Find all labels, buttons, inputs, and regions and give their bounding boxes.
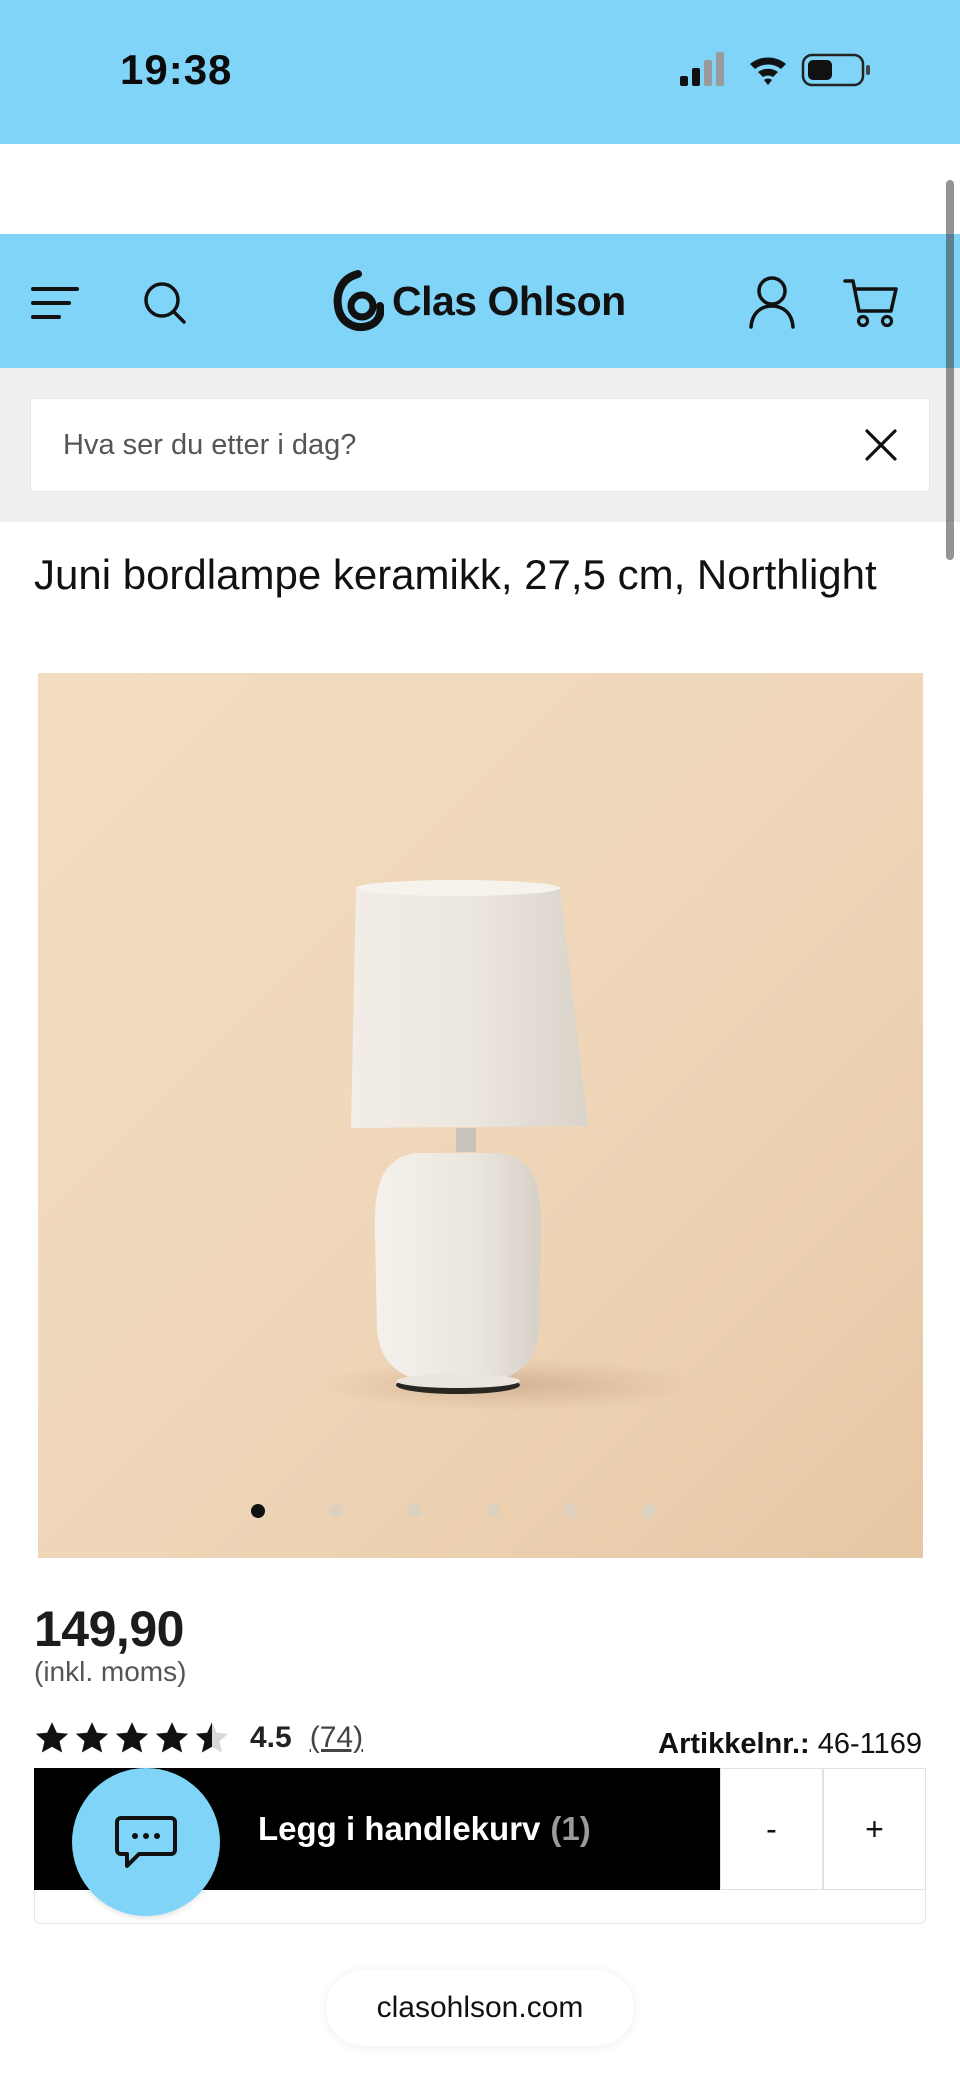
cart-quantity: (1) <box>550 1810 591 1847</box>
brand-name: Clas Ohlson <box>392 277 626 324</box>
product-image[interactable] <box>38 673 923 1558</box>
review-count-link[interactable]: (74) <box>310 1721 363 1755</box>
scrollbar[interactable] <box>946 180 954 560</box>
carousel-dot[interactable] <box>486 1504 500 1518</box>
menu-icon[interactable] <box>30 280 80 326</box>
carousel-dot[interactable] <box>408 1504 422 1518</box>
carousel-dot[interactable] <box>642 1504 656 1518</box>
search-box <box>30 398 930 492</box>
star-half-icon <box>195 1722 229 1753</box>
carousel-dot[interactable] <box>251 1504 265 1518</box>
search-input[interactable] <box>63 399 823 491</box>
account-icon[interactable] <box>746 274 798 330</box>
product-title: Juni bordlampe keramikk, 27,5 cm, Northl… <box>34 551 877 598</box>
product-price: 149,90 <box>34 1601 184 1657</box>
status-time: 19:38 <box>120 46 233 93</box>
chat-button[interactable] <box>72 1768 220 1916</box>
image-carousel-dots <box>0 1504 960 1524</box>
carousel-dot[interactable] <box>329 1504 343 1518</box>
star-icon <box>155 1722 189 1753</box>
star-icon <box>35 1722 69 1753</box>
rating: 4.5 (74) <box>34 1718 363 1758</box>
close-icon[interactable] <box>863 427 899 463</box>
url-bar[interactable]: clasohlson.com <box>326 1970 634 2046</box>
wifi-icon <box>750 57 786 85</box>
vat-note: (inkl. moms) <box>34 1656 187 1687</box>
star-icon <box>115 1722 149 1753</box>
page: 19:38 Clas Ohlson Hva ser du etter i dag… <box>0 0 960 2081</box>
logo-mark <box>333 270 384 331</box>
status-icons <box>680 50 880 90</box>
status-bar: 19:38 <box>0 0 960 144</box>
cart-icon[interactable] <box>842 276 900 330</box>
article-number: Artikkelnr.: 46-1169 <box>658 1728 922 1761</box>
carousel-dot[interactable] <box>564 1504 578 1518</box>
battery-icon <box>801 53 870 87</box>
decrease-quantity-button[interactable]: - <box>720 1768 823 1890</box>
chat-icon <box>115 1816 177 1868</box>
article-value: 46-1169 <box>817 1728 922 1760</box>
increase-quantity-button[interactable]: + <box>823 1768 926 1890</box>
signal-icon <box>680 52 724 86</box>
article-label: Artikkelnr.: <box>658 1728 810 1760</box>
brand-logo[interactable]: Clas Ohlson <box>332 266 626 336</box>
rating-value: 4.5 <box>250 1721 292 1754</box>
add-to-cart-label: Legg i handlekurv <box>258 1810 541 1847</box>
search-icon[interactable] <box>140 278 190 328</box>
browser-gap <box>0 144 960 234</box>
star-icon <box>75 1722 109 1753</box>
